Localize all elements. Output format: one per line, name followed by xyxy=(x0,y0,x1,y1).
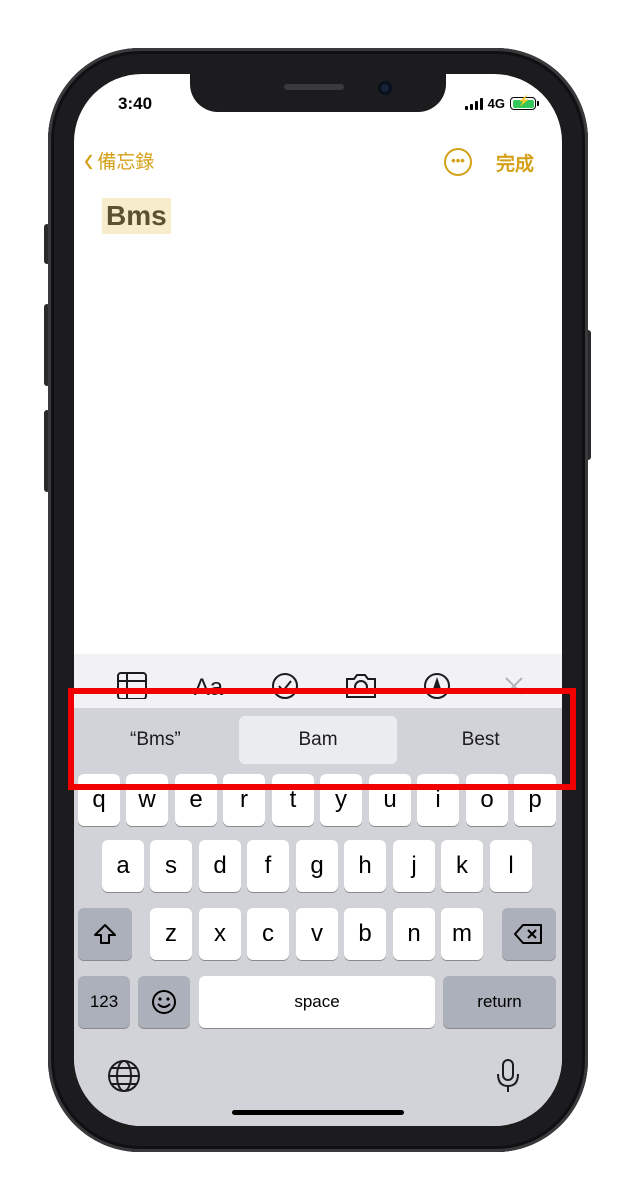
ellipsis-circle-icon[interactable]: ••• xyxy=(444,148,472,176)
key-b[interactable]: b xyxy=(344,908,386,960)
emoji-key[interactable] xyxy=(138,976,190,1028)
key-h[interactable]: h xyxy=(344,840,386,892)
key-c[interactable]: c xyxy=(247,908,289,960)
key-f[interactable]: f xyxy=(247,840,289,892)
done-button[interactable]: 完成 xyxy=(496,149,534,176)
key-m[interactable]: m xyxy=(441,908,483,960)
delete-key[interactable] xyxy=(502,908,556,960)
space-key[interactable]: space xyxy=(199,976,435,1028)
back-button[interactable]: ‹ 備忘錄 xyxy=(84,141,155,177)
key-v[interactable]: v xyxy=(296,908,338,960)
back-label: 備忘錄 xyxy=(97,151,155,173)
key-n[interactable]: n xyxy=(393,908,435,960)
key-z[interactable]: z xyxy=(150,908,192,960)
key-k[interactable]: k xyxy=(441,840,483,892)
front-camera xyxy=(378,81,392,95)
battery-charging-icon xyxy=(510,96,539,110)
key-s[interactable]: s xyxy=(150,840,192,892)
numbers-key[interactable]: 123 xyxy=(78,976,130,1028)
key-x[interactable]: x xyxy=(199,908,241,960)
key-d[interactable]: d xyxy=(199,840,241,892)
key-g[interactable]: g xyxy=(296,840,338,892)
cellular-signal-icon xyxy=(464,97,483,110)
return-key[interactable]: return xyxy=(443,976,556,1028)
annotation-highlight-box xyxy=(68,688,576,790)
shift-key[interactable] xyxy=(78,908,132,960)
screen: 3:40 4G ‹ 備忘錄 ••• 完成 Bms Aa xyxy=(74,74,562,1126)
globe-icon[interactable] xyxy=(106,1058,142,1099)
microphone-icon[interactable] xyxy=(494,1058,522,1099)
notch xyxy=(190,74,446,112)
backspace-icon xyxy=(514,924,542,944)
status-indicators: 4G xyxy=(464,96,539,111)
note-text[interactable]: Bms xyxy=(102,198,171,234)
speaker-grille xyxy=(284,84,344,90)
emoji-icon xyxy=(152,990,176,1014)
home-indicator[interactable] xyxy=(232,1110,404,1115)
status-time: 3:40 xyxy=(118,94,153,113)
shift-icon xyxy=(94,924,116,944)
key-l[interactable]: l xyxy=(490,840,532,892)
chevron-left-icon: ‹ xyxy=(84,139,94,180)
key-a[interactable]: a xyxy=(102,840,144,892)
key-j[interactable]: j xyxy=(393,840,435,892)
network-type: 4G xyxy=(487,96,505,111)
